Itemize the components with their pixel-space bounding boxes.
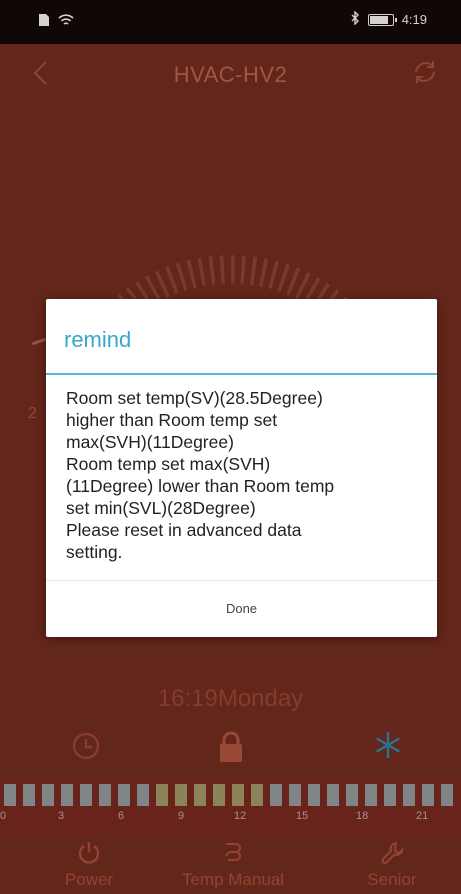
message-line: Room temp set max(SVH) bbox=[66, 454, 271, 474]
message-line: higher than Room temp set bbox=[66, 410, 278, 430]
dialog-message: Room set temp(SV)(28.5Degree) higher tha… bbox=[66, 387, 424, 563]
dialog-divider bbox=[46, 373, 437, 375]
message-line: Please reset in advanced data bbox=[66, 520, 302, 540]
remind-dialog: remind Room set temp(SV)(28.5Degree) hig… bbox=[46, 299, 437, 637]
message-line: (11Degree) lower than Room temp bbox=[66, 476, 335, 496]
message-line: set min(SVL)(28Degree) bbox=[66, 498, 256, 518]
message-line: max(SVH)(11Degree) bbox=[66, 432, 234, 452]
dialog-title: remind bbox=[64, 327, 132, 352]
done-button[interactable]: Done bbox=[46, 581, 437, 637]
message-line: Room set temp(SV)(28.5Degree) bbox=[66, 388, 323, 408]
screen: 4:19 HVAC-HV2 2 16:19Monday 0 3 6 9 12 1… bbox=[0, 0, 461, 894]
message-line: setting. bbox=[66, 542, 123, 562]
